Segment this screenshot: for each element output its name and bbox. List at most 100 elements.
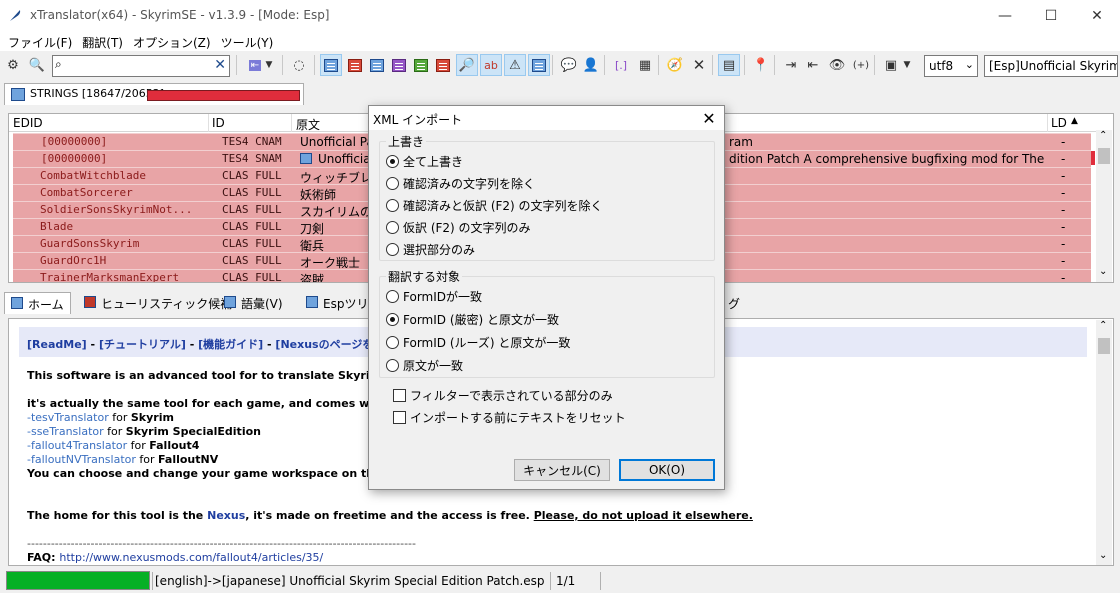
target-group: 翻訳する対象 FormIDが一致 FormID (厳密) と原文が一致 FormID… (379, 268, 715, 378)
file-select[interactable]: [Esp]Unofficial Skyrim S (984, 55, 1118, 77)
list-green-icon[interactable] (410, 54, 432, 76)
ok-button[interactable]: OK(O) (619, 459, 715, 481)
tab-heuristic[interactable]: ヒューリスティック候補 (78, 292, 238, 314)
row-id: CLAS FULL (222, 271, 282, 283)
scroll-up-icon[interactable]: ⌃ (1099, 320, 1107, 331)
content-scrollbar[interactable]: ⌃ ⌄ (1096, 320, 1112, 565)
row-translation: ram (729, 135, 753, 149)
target-icon[interactable]: ◌ (288, 54, 310, 76)
overwrite-option[interactable]: 確認済みと仮訳 (F2) の文字列を除く (386, 197, 603, 214)
overwrite-group: 上書き 全て上書き 確認済みの文字列を除く 確認済みと仮訳 (F2) の文字列を除く… (379, 133, 715, 261)
reset-before-import-label: インポートする前にテキストをリセット (410, 411, 626, 425)
list-blue-icon[interactable] (366, 54, 388, 76)
filter-only-checkbox[interactable]: フィルターで表示されている部分のみ (393, 387, 613, 404)
user-icon[interactable]: 👤 (580, 54, 602, 76)
export-icon[interactable]: ⇥ (780, 54, 802, 76)
speech-bubble-icon[interactable]: 💬 (558, 54, 580, 76)
image-icon[interactable]: ▣ (880, 54, 902, 76)
checkbox[interactable] (393, 411, 406, 424)
grid-icon[interactable] (528, 54, 550, 76)
tab-label: ヒューリスティック候補 (101, 297, 233, 311)
radio-button[interactable] (386, 221, 399, 234)
target-option[interactable]: FormID (厳密) と原文が一致 (386, 311, 559, 328)
search-list-icon[interactable]: 🔎 (456, 54, 478, 76)
readme-link[interactable]: [ReadMe] (27, 338, 87, 351)
list-scrollbar[interactable]: ⌃ ⌄ (1096, 130, 1112, 282)
radio-button[interactable] (386, 313, 399, 326)
overwrite-option[interactable]: 選択部分のみ (386, 241, 475, 258)
tab-log[interactable]: グ (722, 292, 746, 314)
strings-progress-bar (147, 90, 300, 101)
menu-options[interactable]: オプション(Z) (128, 31, 216, 51)
overwrite-option[interactable]: 全て上書き (386, 153, 463, 170)
row-source: 盗賊 (300, 273, 325, 283)
nexus-link[interactable]: Nexus (207, 509, 245, 522)
tool-sse: -sseTranslator for Skyrim SpecialEdition (27, 425, 261, 438)
cancel-button[interactable]: キャンセル(C) (514, 459, 610, 481)
brackets-icon[interactable]: [.] (610, 54, 632, 76)
faq-link[interactable]: http://www.nexusmods.com/fallout4/articl… (59, 551, 323, 564)
radio-button[interactable] (386, 336, 399, 349)
tab-home[interactable]: ホーム (4, 292, 71, 314)
row-id: CLAS FULL (222, 237, 282, 250)
search-field[interactable]: ⌕ ✕ (52, 55, 230, 77)
row-id: CLAS FULL (222, 254, 282, 267)
memo-icon[interactable]: ▤ (718, 54, 740, 76)
find-icon[interactable]: 🔍 (26, 54, 48, 76)
user-search-icon[interactable]: 👁 (826, 54, 848, 76)
import-icon[interactable]: ⇤ (802, 54, 824, 76)
col-source[interactable]: 原文 (296, 116, 320, 133)
close-window-button[interactable]: ✕ (1074, 0, 1120, 31)
list-view-icon[interactable] (320, 54, 342, 76)
gear-icon[interactable]: ⚙ (2, 54, 24, 76)
code-icon[interactable]: (+) (850, 54, 872, 76)
scroll-down-icon[interactable]: ⌄ (1099, 266, 1107, 277)
menu-tools[interactable]: ツール(Y) (216, 31, 279, 51)
col-ld[interactable]: LD (1051, 116, 1067, 130)
workspace-text: You can choose and change your game work… (27, 467, 415, 480)
target-option[interactable]: FormIDが一致 (386, 288, 482, 305)
row-ld: - (1061, 254, 1066, 268)
menu-file[interactable]: ファイル(F) (3, 31, 77, 51)
reset-before-import-checkbox[interactable]: インポートする前にテキストをリセット (393, 409, 626, 426)
radio-button[interactable] (386, 359, 399, 372)
list-multi-icon[interactable] (432, 54, 454, 76)
search-input[interactable] (69, 58, 209, 74)
strings-tab[interactable]: STRINGS [18647/20652] (4, 83, 304, 105)
row-edid: Blade (40, 220, 74, 233)
col-edid[interactable]: EDID (13, 116, 43, 130)
list-red-icon[interactable] (344, 54, 366, 76)
compass-icon[interactable]: 🧭 (664, 54, 686, 76)
close-tool-icon[interactable]: ✕ (688, 54, 710, 76)
radio-button[interactable] (386, 177, 399, 190)
target-option[interactable]: 原文が一致 (386, 357, 463, 374)
maximize-button[interactable]: ☐ (1028, 0, 1074, 31)
tutorial-link[interactable]: [チュートリアル] (99, 338, 186, 351)
tab-vocab[interactable]: 語彙(V) (218, 292, 289, 314)
dropdown-arrow-icon[interactable]: ▼ (900, 54, 914, 76)
warning-icon[interactable]: ⚠ (504, 54, 526, 76)
radio-button[interactable] (386, 290, 399, 303)
overwrite-option[interactable]: 確認済みの文字列を除く (386, 175, 535, 192)
pin-icon[interactable]: 📍 (750, 54, 772, 76)
target-option[interactable]: FormID (ルーズ) と原文が一致 (386, 334, 570, 351)
spellcheck-icon[interactable]: ab (480, 54, 502, 76)
clear-search-icon[interactable]: ✕ (214, 57, 226, 73)
col-id[interactable]: ID (212, 116, 225, 130)
radio-button[interactable] (386, 199, 399, 212)
checkbox[interactable] (393, 389, 406, 402)
encoding-select[interactable]: utf8 ⌄ (924, 55, 978, 77)
scroll-up-icon[interactable]: ⌃ (1099, 130, 1107, 141)
minimize-button[interactable]: — (982, 0, 1028, 31)
radio-button[interactable] (386, 155, 399, 168)
overwrite-option[interactable]: 仮訳 (F2) の文字列のみ (386, 219, 531, 236)
feature-guide-link[interactable]: [機能ガイド] (198, 338, 263, 351)
radio-button[interactable] (386, 243, 399, 256)
close-icon[interactable]: ✕ (694, 106, 724, 130)
menu-translate[interactable]: 翻訳(T) (77, 31, 128, 51)
scroll-down-icon[interactable]: ⌄ (1099, 550, 1107, 561)
table-icon[interactable]: ▦ (634, 54, 656, 76)
dropdown-arrow-icon[interactable]: ▼ (262, 54, 276, 76)
row-ld: - (1061, 186, 1066, 200)
list-purple-icon[interactable] (388, 54, 410, 76)
